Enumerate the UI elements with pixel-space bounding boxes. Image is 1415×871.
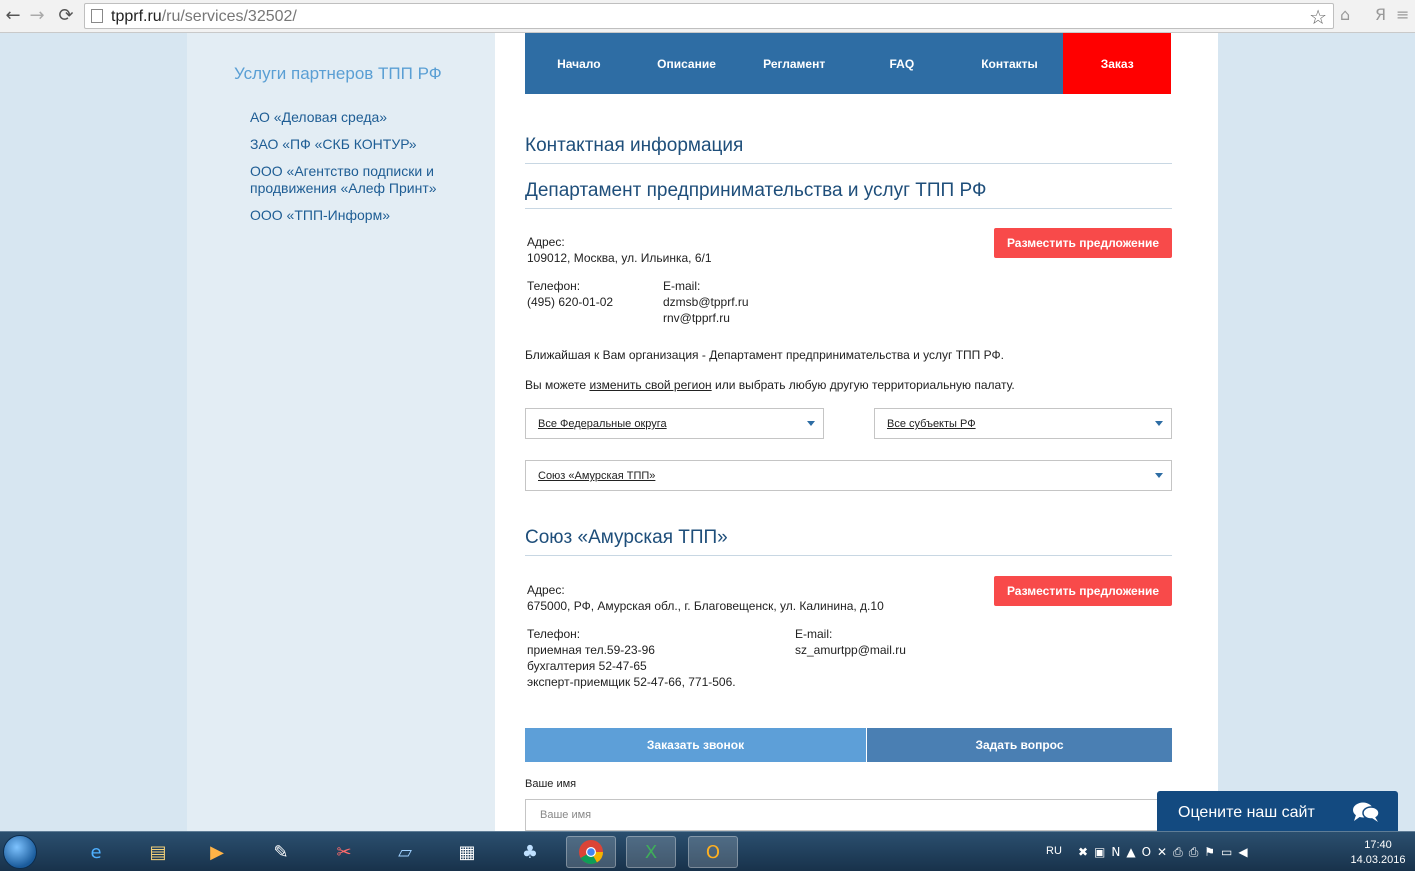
clock[interactable]: 17:40 14.03.2016 xyxy=(1346,838,1410,868)
email-link[interactable]: sz_amurtpp@mail.ru xyxy=(795,642,906,658)
language-indicator[interactable]: RU xyxy=(1046,845,1062,857)
name-input[interactable] xyxy=(526,800,1171,830)
email-link[interactable]: dzmsb@tpprf.ru xyxy=(663,294,749,310)
chamber-phones: Телефон: приемная тел.59-23-96 бухгалтер… xyxy=(527,627,736,689)
chamber-email: E-mail: sz_amurtpp@mail.ru xyxy=(795,627,906,658)
federal-district-select[interactable]: Все Федеральные округа xyxy=(525,408,824,439)
chevron-down-icon xyxy=(807,421,815,426)
tab-ask-question[interactable]: Задать вопрос xyxy=(866,728,1172,762)
sidebar-link-skb-kontur[interactable]: ЗАО «ПФ «СКБ КОНТУР» xyxy=(250,136,480,153)
tab-description[interactable]: Описание xyxy=(633,33,741,94)
tab-order[interactable]: Заказ xyxy=(1063,33,1172,94)
notepad-icon[interactable]: ▱ xyxy=(380,836,430,868)
name-label: Ваше имя xyxy=(525,778,577,790)
change-region-link[interactable]: изменить свой регион xyxy=(589,378,711,392)
chamber-address: Адрес: 675000, РФ, Амурская обл., г. Бла… xyxy=(527,583,884,613)
nearest-org-text: Ближайшая к Вам организация - Департамен… xyxy=(525,348,1004,362)
chevron-down-icon xyxy=(1155,421,1163,426)
subject-select[interactable]: Все субъекты РФ xyxy=(874,408,1172,439)
sidebar-links: АО «Деловая среда» ЗАО «ПФ «СКБ КОНТУР» … xyxy=(250,109,480,234)
chamber-select[interactable]: Союз «Амурская ТПП» xyxy=(525,460,1172,491)
sidebar-title: Услуги партнеров ТПП РФ xyxy=(234,64,442,83)
chevron-down-icon xyxy=(1155,473,1163,478)
region-text: Вы можете изменить свой регион или выбра… xyxy=(525,378,1015,392)
chrome-icon[interactable] xyxy=(566,836,616,868)
media-player-icon[interactable]: ▶ xyxy=(192,836,242,868)
service-nav: Начало Описание Регламент FAQ Контакты З… xyxy=(525,33,1172,94)
forward-icon[interactable]: → xyxy=(26,5,48,27)
name-field[interactable] xyxy=(525,799,1172,831)
file-explorer-icon[interactable]: ▤ xyxy=(133,836,183,868)
email-link[interactable]: rnv@tpprf.ru xyxy=(663,310,749,326)
contact-heading: Контактная информация xyxy=(525,135,1172,164)
department-phone: Телефон: (495) 620-01-02 xyxy=(527,279,614,309)
tab-start[interactable]: Начало xyxy=(525,33,633,94)
tab-regulation[interactable]: Регламент xyxy=(740,33,848,94)
chamber-offer-button[interactable]: Разместить предложение xyxy=(994,576,1172,606)
home-icon[interactable]: ⌂ xyxy=(1340,5,1350,24)
department-email: E-mail: dzmsb@tpprf.ru rnv@tpprf.ru xyxy=(663,279,749,326)
offer-button[interactable]: Разместить предложение xyxy=(994,228,1172,258)
tab-order-call[interactable]: Заказать звонок xyxy=(525,728,866,762)
sidebar-link-alef-print[interactable]: ООО «Агентство подписки и продвижения «А… xyxy=(250,163,480,197)
department-address: Адрес: 109012, Москва, ул. Ильинка, 6/1 xyxy=(527,235,712,265)
rate-site-label: Оцените наш сайт xyxy=(1178,804,1315,821)
page-icon xyxy=(91,9,103,23)
paint-icon[interactable]: ✎ xyxy=(256,836,306,868)
bookmark-star-icon[interactable]: ☆ xyxy=(1309,5,1327,29)
address-bar[interactable]: tpprf.ru/ru/services/32502/ ☆ xyxy=(84,3,1334,29)
outlook-icon[interactable]: O xyxy=(688,836,738,868)
contact-form-tabs: Заказать звонок Задать вопрос xyxy=(525,728,1172,762)
tray-icons[interactable]: ✖▣N▲O✕⎙⎙⚑▭◀ xyxy=(1078,845,1254,860)
web-page: Услуги партнеров ТПП РФ АО «Деловая сред… xyxy=(187,33,1218,831)
yandex-letter[interactable]: Я xyxy=(1375,5,1386,24)
sidebar-link-tpp-inform[interactable]: ООО «ТПП-Информ» xyxy=(250,207,480,224)
app-icon[interactable]: ♣ xyxy=(505,836,555,868)
internet-explorer-icon[interactable]: e xyxy=(71,836,121,868)
excel-icon[interactable]: X xyxy=(626,836,676,868)
tab-contacts[interactable]: Контакты xyxy=(956,33,1064,94)
menu-icon[interactable]: ≡ xyxy=(1396,5,1409,24)
sidebar-link-delovaya-sreda[interactable]: АО «Деловая среда» xyxy=(250,109,480,126)
sidebar: Услуги партнеров ТПП РФ АО «Деловая сред… xyxy=(187,33,495,831)
department-heading: Департамент предпринимательства и услуг … xyxy=(525,180,1172,209)
calculator-icon[interactable]: ▦ xyxy=(442,836,492,868)
tab-faq[interactable]: FAQ xyxy=(848,33,956,94)
back-icon[interactable]: ← xyxy=(2,5,24,27)
start-button[interactable] xyxy=(3,835,37,869)
chat-bubbles-icon xyxy=(1353,802,1380,822)
windows-taskbar: e ▤ ▶ ✎ ✂ ▱ ▦ ♣ X O RU ✖▣N▲O✕⎙⎙⚑▭◀ 17:40… xyxy=(0,831,1415,871)
snipping-tool-icon[interactable]: ✂ xyxy=(319,836,369,868)
chamber-heading: Союз «Амурская ТПП» xyxy=(525,527,1172,556)
browser-toolbar: ← → ⟳ tpprf.ru/ru/services/32502/ ☆ ⌂ Я … xyxy=(0,0,1415,33)
url-text: tpprf.ru/ru/services/32502/ xyxy=(111,8,297,25)
rate-site-widget[interactable]: Оцените наш сайт xyxy=(1157,791,1398,833)
reload-icon[interactable]: ⟳ xyxy=(55,5,77,27)
chrome-logo-icon xyxy=(579,840,603,865)
